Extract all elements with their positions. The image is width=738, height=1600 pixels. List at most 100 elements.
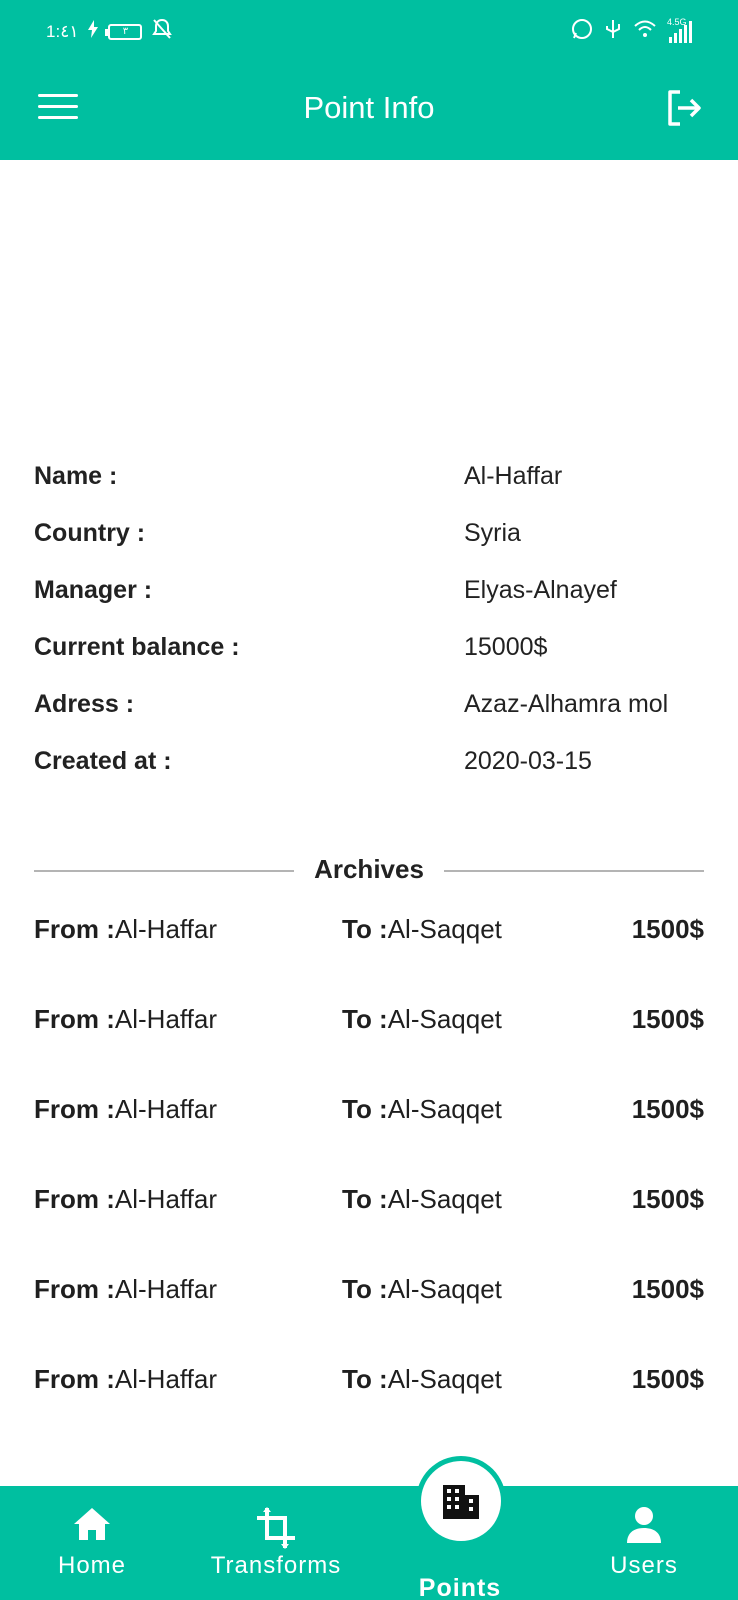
battery-icon: ٣ [105,23,143,40]
notifications-off-icon [152,18,173,45]
nav-points-label: Points [418,1574,502,1600]
to-label: To : [342,1094,388,1124]
nav-users[interactable]: Users [564,1486,724,1600]
archives-list: From :Al-Haffar To :Al-Saqqet 1500$ From… [34,914,704,1454]
to-value: Al-Saqqet [387,1364,502,1394]
network-type: 4.5G [667,16,687,27]
archive-amount: 1500$ [631,1184,704,1214]
from-label: From : [34,1094,115,1124]
nav-home-label: Home [57,1552,127,1579]
bottom-navigation: Home Transforms Users [0,1486,738,1600]
info-label: Name : [34,462,118,490]
archive-from: From :Al-Haffar [34,1184,217,1215]
archive-row[interactable]: From :Al-Haffar To :Al-Saqqet 1500$ [34,1094,704,1184]
archive-to: To :Al-Saqqet [342,1274,502,1305]
info-label: Manager : [34,576,153,604]
logout-icon [668,90,701,126]
info-label: Adress : [34,690,135,718]
status-right: 4.5G [571,17,692,45]
to-value: Al-Saqqet [387,1094,502,1124]
archive-amount: 1500$ [631,1004,704,1034]
from-label: From : [34,1274,115,1304]
info-row-balance: Current balance : 15000$ [34,633,704,690]
wifi-icon [633,19,657,44]
to-value: Al-Saqqet [387,914,502,944]
page-title: Point Info [303,90,435,125]
divider-line [444,870,704,872]
archive-from: From :Al-Haffar [34,914,217,945]
to-value: Al-Saqqet [387,1184,502,1214]
archive-amount: 1500$ [631,1274,704,1304]
info-value: Elyas-Alnayef [464,576,617,604]
from-label: From : [34,1184,115,1214]
home-icon [74,1508,110,1540]
archive-row[interactable]: From :Al-Haffar To :Al-Saqqet 1500$ [34,1004,704,1094]
info-value: 15000$ [464,633,548,661]
archive-amount: 1500$ [631,1364,704,1394]
info-value: 2020-03-15 [464,747,592,775]
signal-icon: 4.5G [667,17,692,43]
archive-amount: 1500$ [631,914,704,944]
archive-row[interactable]: From :Al-Haffar To :Al-Saqqet 1500$ [34,1274,704,1364]
archive-to: To :Al-Saqqet [342,1004,502,1035]
from-value: Al-Haffar [114,1364,217,1394]
from-value: Al-Haffar [114,1184,217,1214]
charging-icon [88,20,99,43]
archive-to: To :Al-Saqqet [342,914,502,945]
info-value: Al-Haffar [464,462,563,490]
nav-home[interactable]: Home [12,1486,172,1600]
usb-icon [605,18,621,45]
info-label: Created at : [34,747,172,775]
status-time: 1:٤١ [46,21,79,41]
to-label: To : [342,1364,388,1394]
nav-users-label: Users [610,1552,678,1579]
from-value: Al-Haffar [114,914,217,944]
top-bar: 1:٤١ ٣ 4.5G Point Info [0,0,738,160]
app-bar: Point Info [0,64,738,160]
logout-button[interactable] [664,88,708,132]
from-value: Al-Haffar [114,1274,217,1304]
building-icon [443,1485,479,1519]
from-value: Al-Haffar [114,1094,217,1124]
info-label: Country : [34,519,146,547]
archive-row[interactable]: From :Al-Haffar To :Al-Saqqet 1500$ [34,1364,704,1454]
to-value: Al-Saqqet [387,1004,502,1034]
to-label: To : [342,1274,388,1304]
nav-transforms[interactable]: Transforms [196,1486,356,1600]
archives-divider: Archives [34,854,704,890]
info-row-created: Created at : 2020-03-15 [34,747,704,804]
info-value: Azaz-Alhamra mol [464,690,669,718]
points-fab [416,1456,506,1546]
archive-to: To :Al-Saqqet [342,1364,502,1395]
archive-from: From :Al-Haffar [34,1364,217,1395]
whatsapp-icon [571,18,593,45]
from-label: From : [34,1364,115,1394]
from-label: From : [34,914,115,944]
archive-row[interactable]: From :Al-Haffar To :Al-Saqqet 1500$ [34,914,704,1004]
info-row-manager: Manager : Elyas-Alnayef [34,576,704,633]
nav-transforms-label: Transforms [210,1552,342,1579]
crop-icon [257,1507,295,1549]
point-info-list: Name : Al-Haffar Country : Syria Manager… [34,462,704,804]
nav-points[interactable]: Points [400,1456,520,1600]
info-value: Syria [464,519,521,547]
from-label: From : [34,1004,115,1034]
battery-level: ٣ [122,25,129,37]
archive-from: From :Al-Haffar [34,1004,217,1035]
person-icon [627,1507,661,1543]
to-value: Al-Saqqet [387,1274,502,1304]
archive-from: From :Al-Haffar [34,1274,217,1305]
status-left: 1:٤١ ٣ [46,18,173,45]
status-bar: 1:٤١ ٣ 4.5G [0,0,738,64]
to-label: To : [342,1004,388,1034]
info-row-country: Country : Syria [34,519,704,576]
archive-to: To :Al-Saqqet [342,1094,502,1125]
archive-amount: 1500$ [631,1094,704,1124]
archive-row[interactable]: From :Al-Haffar To :Al-Saqqet 1500$ [34,1184,704,1274]
to-label: To : [342,914,388,944]
info-label: Current balance : [34,633,240,661]
info-row-name: Name : Al-Haffar [34,462,704,519]
points-fab-inner [421,1461,501,1541]
info-row-address: Adress : Azaz-Alhamra mol [34,690,704,747]
archive-from: From :Al-Haffar [34,1094,217,1125]
